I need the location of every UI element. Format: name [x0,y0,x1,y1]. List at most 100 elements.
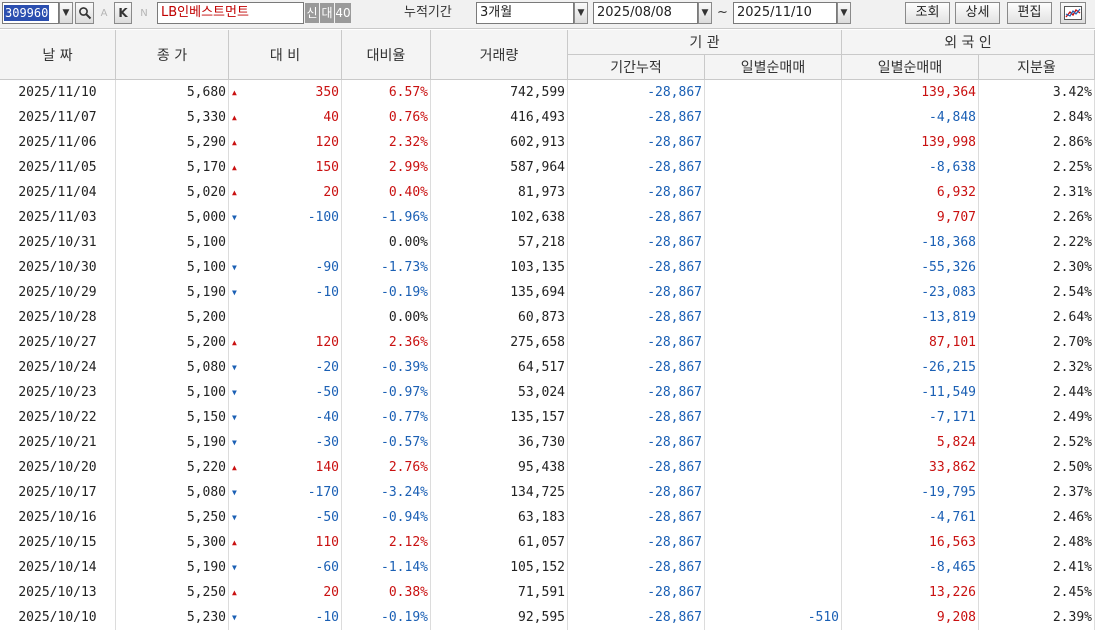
cell-inst-period: -28,867 [568,380,705,405]
up-arrow-icon: ▲ [232,138,237,147]
filter-letter-k[interactable]: K [114,2,132,24]
stock-code-input[interactable]: 309960 [2,2,59,24]
header-close[interactable]: 종 가 [116,30,229,80]
cell-inst-daily [705,580,842,605]
cell-foreign-daily: 33,862 [842,455,979,480]
table-row[interactable]: 2025/11/06 5,290 ▲ 120 2.32% 602,913 -28,867 13… [0,130,1095,155]
cell-close: 5,190 [116,555,229,580]
cell-date: 2025/10/14 [0,555,116,580]
detail-button[interactable]: 상세 [955,2,1000,24]
header-foreign-daily[interactable]: 일별순매매 [842,55,979,80]
cell-close: 5,020 [116,180,229,205]
cell-date: 2025/10/28 [0,305,116,330]
cell-inst-period: -28,867 [568,105,705,130]
cell-inst-daily [705,480,842,505]
header-volume[interactable]: 거래량 [431,30,568,80]
table-header: 날 짜 종 가 대 비 대비율 거래량 기 관 기간누적 일별순매매 외 국 인… [0,30,1095,80]
header-change[interactable]: 대 비 [229,30,342,80]
chevron-down-icon: ▼ [701,8,709,18]
change-value: 140 [315,460,339,475]
date-from-calendar-button[interactable]: ▼ [698,2,712,24]
stock-name-field[interactable]: LB인베스트먼트 [157,2,304,24]
query-button[interactable]: 조회 [905,2,950,24]
up-arrow-icon: ▲ [232,538,237,547]
cell-inst-period: -28,867 [568,555,705,580]
table-row[interactable]: 2025/10/30 5,100 ▼ -90 -1.73% 103,135 -28,867 -… [0,255,1095,280]
cell-foreign-ratio: 2.30% [979,255,1095,280]
cell-change-rate: 6.57% [342,80,431,105]
cell-inst-period: -28,867 [568,330,705,355]
chevron-down-icon: ▼ [62,8,70,18]
cell-volume: 60,873 [431,305,568,330]
table-row[interactable]: 2025/10/13 5,250 ▲ 20 0.38% 71,591 -28,867 13,2… [0,580,1095,605]
table-row[interactable]: 2025/10/20 5,220 ▲ 140 2.76% 95,438 -28,867 33,… [0,455,1095,480]
cell-inst-daily [705,80,842,105]
header-foreign-ratio[interactable]: 지분율 [979,55,1095,80]
header-inst-daily[interactable]: 일별순매매 [705,55,842,80]
cell-foreign-daily: -8,465 [842,555,979,580]
cell-foreign-ratio: 2.48% [979,530,1095,555]
cell-change-rate: 2.76% [342,455,431,480]
date-to-input[interactable]: 2025/11/10 [733,2,837,24]
chart-icon [1064,6,1082,20]
cell-change: ▼ -10 [229,280,342,305]
table-row[interactable]: 2025/11/07 5,330 ▲ 40 0.76% 416,493 -28,867 -4,… [0,105,1095,130]
down-arrow-icon: ▼ [232,488,237,497]
filter-letter-a[interactable]: A [97,2,111,24]
cell-foreign-daily: -55,326 [842,255,979,280]
table-row[interactable]: 2025/10/10 5,230 ▼ -10 -0.19% 92,595 -28,867 -5… [0,605,1095,630]
stock-code-dropdown-button[interactable]: ▼ [59,2,73,24]
cell-change-rate: 2.32% [342,130,431,155]
cell-date: 2025/10/16 [0,505,116,530]
cell-date: 2025/10/13 [0,580,116,605]
filter-letter-n[interactable]: N [137,2,151,24]
chevron-down-icon: ▼ [577,8,585,18]
table-row[interactable]: 2025/10/22 5,150 ▼ -40 -0.77% 135,157 -28,867 -… [0,405,1095,430]
cell-inst-daily [705,555,842,580]
period-select[interactable]: 3개월 [476,2,574,24]
header-change-rate[interactable]: 대비율 [342,30,431,80]
table-row[interactable]: 2025/10/24 5,080 ▼ -20 -0.39% 64,517 -28,867 -2… [0,355,1095,380]
down-arrow-icon: ▼ [232,613,237,622]
cell-change-rate: -0.57% [342,430,431,455]
period-dropdown-button[interactable]: ▼ [574,2,588,24]
chart-button[interactable] [1060,2,1086,24]
table-row[interactable]: 2025/10/28 5,200 0.00% 60,873 -28,867 -13,819… [0,305,1095,330]
table-row[interactable]: 2025/11/03 5,000 ▼ -100 -1.96% 102,638 -28,867… [0,205,1095,230]
cell-inst-period: -28,867 [568,305,705,330]
change-value: 350 [315,85,339,100]
cell-change: ▼ -10 [229,605,342,630]
table-row[interactable]: 2025/10/15 5,300 ▲ 110 2.12% 61,057 -28,867 16,… [0,530,1095,555]
badge-new: 신 [305,3,319,23]
cell-foreign-daily: -8,638 [842,155,979,180]
cell-close: 5,150 [116,405,229,430]
down-arrow-icon: ▼ [232,363,237,372]
table-row[interactable]: 2025/10/16 5,250 ▼ -50 -0.94% 63,183 -28,867 -4… [0,505,1095,530]
table-row[interactable]: 2025/10/17 5,080 ▼ -170 -3.24% 134,725 -28,867… [0,480,1095,505]
table-row[interactable]: 2025/10/14 5,190 ▼ -60 -1.14% 105,152 -28,867 -… [0,555,1095,580]
stock-search-button[interactable] [75,2,94,24]
cell-close: 5,250 [116,580,229,605]
table-row[interactable]: 2025/10/29 5,190 ▼ -10 -0.19% 135,694 -28,867 -… [0,280,1095,305]
header-date[interactable]: 날 짜 [0,30,116,80]
table-row[interactable]: 2025/10/27 5,200 ▲ 120 2.36% 275,658 -28,867 87… [0,330,1095,355]
cell-date: 2025/10/17 [0,480,116,505]
table-row[interactable]: 2025/10/31 5,100 0.00% 57,218 -28,867 -18,368… [0,230,1095,255]
cell-foreign-ratio: 2.70% [979,330,1095,355]
change-value: -50 [315,385,339,400]
change-value: -170 [307,485,339,500]
table-row[interactable]: 2025/10/23 5,100 ▼ -50 -0.97% 53,024 -28,867 -1… [0,380,1095,405]
date-from-input[interactable]: 2025/08/08 [593,2,698,24]
date-to-calendar-button[interactable]: ▼ [837,2,851,24]
table-row[interactable]: 2025/11/10 5,680 ▲ 350 6.57% 742,599 -28,867 13… [0,80,1095,105]
up-arrow-icon: ▲ [232,188,237,197]
cell-inst-daily [705,455,842,480]
cell-inst-period: -28,867 [568,205,705,230]
header-inst-period[interactable]: 기간누적 [568,55,705,80]
table-row[interactable]: 2025/11/04 5,020 ▲ 20 0.40% 81,973 -28,867 6,93… [0,180,1095,205]
badge-margin-rate: 40 [335,3,351,23]
cell-change-rate: -0.39% [342,355,431,380]
edit-button[interactable]: 편집 [1007,2,1052,24]
table-row[interactable]: 2025/11/05 5,170 ▲ 150 2.99% 587,964 -28,867 -8… [0,155,1095,180]
table-row[interactable]: 2025/10/21 5,190 ▼ -30 -0.57% 36,730 -28,867 5,… [0,430,1095,455]
